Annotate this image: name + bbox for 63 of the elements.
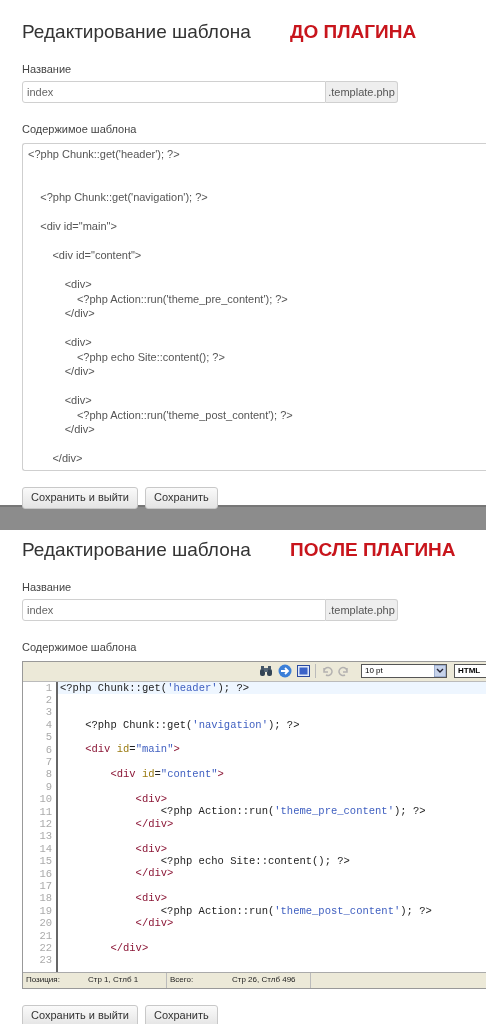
code-line: </div> (134, 867, 175, 880)
line-number: 22 (38, 942, 53, 955)
status-label: Всего: (170, 974, 195, 986)
line-number: 5 (44, 731, 53, 744)
save-button[interactable]: Сохранить и выйти (22, 486, 138, 509)
line-number: 3 (44, 706, 53, 719)
code-line: <div id="main"> (84, 743, 181, 756)
input-suffix: .template.php (326, 599, 398, 621)
page-title: Редактирование шаблона (22, 20, 252, 44)
line-number: 9 (44, 780, 53, 794)
field-label: Название (22, 61, 73, 77)
save-button[interactable]: Сохранить (145, 486, 218, 509)
input-suffix: .template.php (326, 81, 398, 103)
line-number: 13 (38, 830, 53, 843)
field-label: Содержимое шаблона (22, 640, 138, 655)
save-button[interactable]: Сохранить (145, 1004, 218, 1024)
caption-label: ДО ПЛАГИНА (290, 20, 417, 44)
line-number: 19 (38, 904, 53, 918)
line-number: 20 (38, 917, 53, 930)
line-number: 17 (38, 880, 53, 893)
mode-select[interactable]: HTML (454, 664, 486, 678)
name-input[interactable]: index (22, 81, 326, 103)
font-size-select[interactable]: 10 pt (361, 664, 447, 678)
line-number: 21 (38, 929, 53, 943)
status-value: Стр 1, Стлб 1 (88, 974, 139, 986)
field-label: Название (22, 579, 73, 595)
template-textarea[interactable]: <?php Chunk::get('header'); ?> <?php Chunk::get('navigation'); ?> <div id="main"> <div id="content"> <div> <?php Action::run('theme_pre_content'); ?> </div> <div> <?php echo Site::content(); ?> </div> <div> <?php Action::run('theme_post_content'); ?> </div> </div> (22, 142, 486, 471)
line-number: 7 (44, 755, 53, 769)
code-line: </div> (134, 817, 175, 831)
line-number: 10 (38, 793, 53, 806)
code-line: <div id="content"> (109, 768, 225, 781)
line-number: 8 (44, 768, 53, 781)
line-number: 14 (38, 842, 53, 856)
status-label: Позиция: (26, 974, 61, 986)
dropdown-arrow-icon[interactable] (434, 665, 446, 677)
code-line: <?php Action::run('theme_post_content'); ?> (159, 904, 433, 917)
code-line: </div> (134, 916, 175, 930)
window-icon[interactable] (297, 665, 310, 677)
page-title: Редактирование шаблона (22, 538, 252, 562)
line-number: 18 (38, 892, 53, 905)
line-number: 2 (44, 693, 53, 707)
code-line: <div> (134, 892, 169, 905)
name-input[interactable]: index (22, 599, 326, 621)
code-line: <?php Action::run('theme_pre_content'); ?> (159, 805, 427, 818)
line-number: 12 (38, 817, 53, 831)
code-line: <div> (134, 793, 169, 806)
status-value: Стр 26, Стлб 496 (232, 974, 296, 986)
code-line: <div> (134, 842, 169, 855)
line-number: 1 (44, 681, 53, 694)
arrow-circle-icon[interactable] (278, 664, 292, 678)
line-number: 15 (38, 855, 53, 868)
binoculars-icon[interactable] (259, 665, 273, 677)
line-number: 16 (38, 867, 53, 880)
caption-label: ПОСЛЕ ПЛАГИНА (290, 538, 456, 562)
save-button[interactable]: Сохранить и выйти (22, 1004, 138, 1024)
code-line: <?php echo Site::content(); ?> (159, 854, 351, 868)
field-label: Содержимое шаблона (22, 122, 138, 137)
line-number: 11 (38, 805, 53, 818)
code-line: </div> (109, 941, 150, 955)
line-number: 4 (44, 718, 53, 732)
line-number: 6 (44, 743, 53, 756)
line-number: 23 (38, 954, 53, 967)
code-line: <?php Chunk::get('navigation'); ?> (84, 718, 301, 732)
